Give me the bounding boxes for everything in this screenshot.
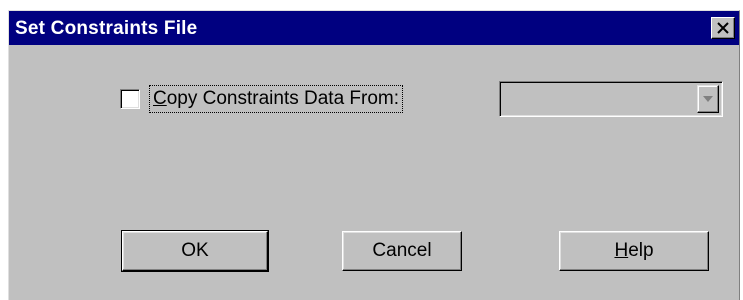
ok-button[interactable]: OK bbox=[121, 230, 269, 272]
title-bar[interactable]: Set Constraints File bbox=[9, 11, 739, 45]
help-button[interactable]: Help bbox=[559, 231, 709, 271]
copy-constraints-label[interactable]: Copy Constraints Data From: bbox=[148, 85, 404, 113]
help-button-text: elp bbox=[628, 240, 654, 261]
close-icon bbox=[717, 22, 729, 34]
dialog-title: Set Constraints File bbox=[15, 18, 198, 39]
set-constraints-dialog: Set Constraints File Copy Constraints Da… bbox=[8, 10, 740, 300]
source-dropdown[interactable] bbox=[499, 81, 723, 117]
help-button-mnemonic: H bbox=[614, 240, 629, 261]
copy-constraints-label-text: opy Constraints Data From: bbox=[166, 88, 400, 109]
copy-constraints-checkbox[interactable] bbox=[120, 89, 140, 109]
dropdown-arrow-button[interactable] bbox=[697, 85, 719, 113]
chevron-down-icon bbox=[703, 96, 713, 102]
close-button[interactable] bbox=[711, 17, 735, 39]
copy-constraints-label-mnemonic: C bbox=[153, 88, 167, 109]
cancel-button[interactable]: Cancel bbox=[342, 231, 462, 271]
